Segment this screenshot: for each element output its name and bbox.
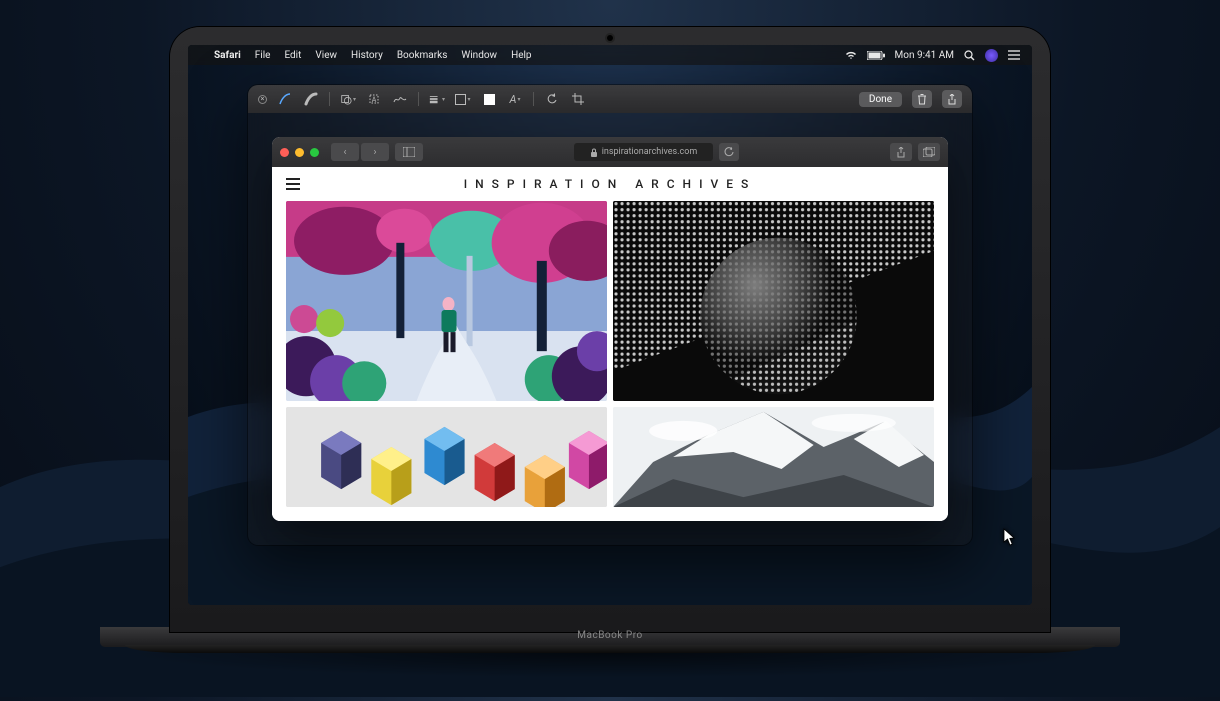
stroke-tool-icon[interactable]: ▾ [429, 91, 445, 107]
rotate-tool-icon[interactable] [544, 91, 560, 107]
cursor-icon [1003, 528, 1017, 550]
markup-toolbar: × ▾ A ▾ ▾ A▾ Done [248, 85, 972, 113]
svg-text:A: A [372, 96, 377, 104]
safari-window: ‹ › inspirationarchives.com [272, 137, 948, 521]
wifi-icon[interactable] [845, 50, 857, 60]
markup-window: × ▾ A ▾ ▾ A▾ Done [248, 85, 972, 545]
gallery-tile-illustration[interactable] [286, 201, 607, 401]
notification-center-icon[interactable] [1008, 50, 1020, 60]
window-zoom-button[interactable] [310, 148, 319, 157]
menu-help[interactable]: Help [511, 50, 531, 61]
laptop-shadow [120, 653, 1100, 678]
menu-view[interactable]: View [315, 50, 337, 61]
menubar-clock[interactable]: Mon 9:41 AM [895, 50, 954, 61]
spotlight-icon[interactable] [964, 50, 975, 61]
font-tool-icon[interactable]: A▾ [507, 91, 523, 107]
laptop-base [125, 645, 1095, 653]
gallery-tile-sphere[interactable] [613, 201, 934, 401]
reload-button[interactable] [719, 143, 739, 161]
macos-menubar: Safari File Edit View History Bookmarks … [188, 45, 1032, 65]
menu-bookmarks[interactable]: Bookmarks [397, 50, 448, 61]
page-header: INSPIRATION ARCHIVES [272, 167, 948, 201]
menu-window[interactable]: Window [461, 50, 497, 61]
site-title: INSPIRATION ARCHIVES [300, 177, 920, 191]
window-traffic-lights [280, 148, 319, 157]
laptop-frame: Safari File Edit View History Bookmarks … [170, 27, 1050, 632]
shapes-tool-icon[interactable]: ▾ [340, 91, 356, 107]
safari-toolbar: ‹ › inspirationarchives.com [272, 137, 948, 167]
device-label: MacBook Pro [577, 630, 642, 641]
battery-icon[interactable] [867, 51, 885, 60]
laptop-screen: Safari File Edit View History Bookmarks … [188, 45, 1032, 605]
share-button[interactable] [890, 143, 912, 161]
gallery-tile-mountain[interactable] [613, 407, 934, 507]
window-minimize-button[interactable] [295, 148, 304, 157]
address-url: inspirationarchives.com [602, 147, 698, 157]
forward-button[interactable]: › [361, 143, 389, 161]
sidebar-button[interactable] [395, 143, 423, 161]
marker-tool-icon[interactable] [303, 91, 319, 107]
back-button[interactable]: ‹ [331, 143, 359, 161]
window-close-button[interactable] [280, 148, 289, 157]
menu-edit[interactable]: Edit [284, 50, 301, 61]
sign-tool-icon[interactable] [392, 91, 408, 107]
tabs-button[interactable] [918, 143, 940, 161]
menu-file[interactable]: File [255, 50, 271, 61]
hamburger-menu-icon[interactable] [286, 178, 300, 190]
border-color-tool-icon[interactable]: ▾ [455, 91, 471, 107]
webcam [607, 35, 613, 41]
menu-history[interactable]: History [351, 50, 383, 61]
address-bar[interactable]: inspirationarchives.com [574, 143, 713, 161]
text-tool-icon[interactable]: A [366, 91, 382, 107]
active-app-name[interactable]: Safari [214, 50, 241, 61]
gallery-grid [272, 201, 948, 521]
siri-icon[interactable] [985, 49, 998, 62]
fill-color-tool-icon[interactable] [481, 91, 497, 107]
markup-close-button[interactable]: × [258, 95, 267, 104]
gallery-tile-cubes[interactable] [286, 407, 607, 507]
markup-share-button[interactable] [942, 90, 962, 108]
safari-page: INSPIRATION ARCHIVES [272, 167, 948, 521]
markup-trash-button[interactable] [912, 90, 932, 108]
markup-done-button[interactable]: Done [859, 92, 902, 107]
pen-tool-icon[interactable] [277, 91, 293, 107]
lock-icon [590, 148, 598, 157]
crop-tool-icon[interactable] [570, 91, 586, 107]
